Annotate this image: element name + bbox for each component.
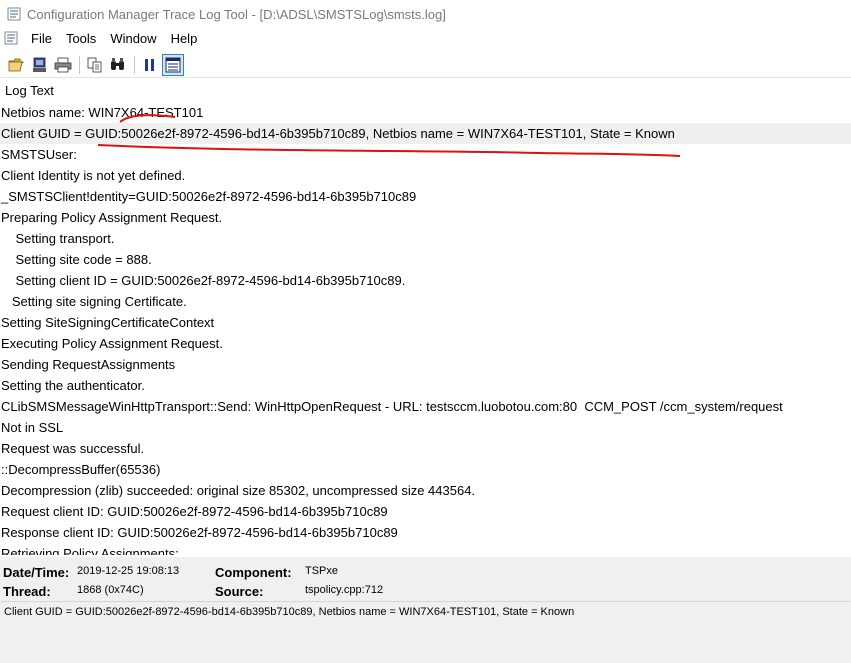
log-row[interactable]: _SMSTSClient!dentity=GUID:50026e2f-8972-…	[0, 186, 851, 207]
log-row[interactable]: Not in SSL	[0, 417, 851, 438]
component-value: TSPxe	[305, 565, 339, 577]
print-server-icon[interactable]	[29, 54, 51, 76]
log-row[interactable]: Request was successful.	[0, 438, 851, 459]
source-label: Source:	[215, 584, 264, 599]
log-row[interactable]: Setting site code = 888.	[0, 249, 851, 270]
menu-window[interactable]: Window	[103, 29, 163, 49]
component-label: Component:	[215, 565, 292, 580]
copy-icon[interactable]	[84, 54, 106, 76]
find-icon[interactable]	[107, 54, 129, 76]
menu-bar: File Tools Window Help	[0, 28, 851, 50]
thread-label: Thread:	[3, 584, 51, 599]
log-row[interactable]: Retrieving Policy Assignments:	[0, 543, 851, 555]
log-row[interactable]: Setting site signing Certificate.	[0, 291, 851, 312]
log-row[interactable]: Setting the authenticator.	[0, 375, 851, 396]
menu-file[interactable]: File	[24, 29, 59, 49]
app-icon	[6, 6, 22, 22]
log-row[interactable]: Executing Policy Assignment Request.	[0, 333, 851, 354]
log-row[interactable]: Response client ID: GUID:50026e2f-8972-4…	[0, 522, 851, 543]
log-row[interactable]: Sending RequestAssignments	[0, 354, 851, 375]
datetime-label: Date/Time:	[3, 565, 70, 580]
log-text-column-header[interactable]: Log Text	[0, 80, 851, 101]
window-title: Configuration Manager Trace Log Tool - […	[27, 6, 446, 22]
document-icon[interactable]	[4, 31, 20, 47]
log-row[interactable]: Preparing Policy Assignment Request.	[0, 207, 851, 228]
detail-message[interactable]: Client GUID = GUID:50026e2f-8972-4596-bd…	[1, 601, 850, 663]
menu-tools[interactable]: Tools	[59, 29, 103, 49]
menu-help[interactable]: Help	[164, 29, 205, 49]
toolbar-separator	[79, 55, 80, 74]
source-value: tspolicy.cpp:712	[305, 584, 384, 596]
print-icon[interactable]	[52, 54, 74, 76]
title-bar: Configuration Manager Trace Log Tool - […	[0, 0, 851, 28]
log-row[interactable]: Request client ID: GUID:50026e2f-8972-45…	[0, 501, 851, 522]
log-row[interactable]: Client GUID = GUID:50026e2f-8972-4596-bd…	[0, 123, 851, 144]
log-list[interactable]: Netbios name: WIN7X64-TEST101 Client GUID…	[0, 102, 851, 555]
log-row[interactable]: Setting transport.	[0, 228, 851, 249]
log-row[interactable]: Setting client ID = GUID:50026e2f-8972-4…	[0, 270, 851, 291]
highlight-icon[interactable]	[162, 53, 184, 76]
toolbar-separator	[134, 55, 135, 74]
log-row[interactable]: Setting SiteSigningCertificateContext	[0, 312, 851, 333]
pause-icon[interactable]	[139, 54, 161, 76]
log-row[interactable]: Decompression (zlib) succeeded: original…	[0, 480, 851, 501]
details-pane: Date/Time: 2019-12-25 19:08:13 Component…	[0, 557, 851, 663]
log-row[interactable]: CLibSMSMessageWinHttpTransport::Send: Wi…	[0, 396, 851, 417]
log-row[interactable]: Client Identity is not yet defined.	[0, 165, 851, 186]
toolbar	[0, 52, 851, 78]
log-row[interactable]: Netbios name: WIN7X64-TEST101	[0, 102, 851, 123]
datetime-value: 2019-12-25 19:08:13	[77, 565, 180, 577]
log-row[interactable]: SMSTSUser:	[0, 144, 851, 165]
log-row[interactable]: ::DecompressBuffer(65536)	[0, 459, 851, 480]
thread-value: 1868 (0x74C)	[77, 584, 144, 596]
open-icon[interactable]	[6, 54, 28, 76]
